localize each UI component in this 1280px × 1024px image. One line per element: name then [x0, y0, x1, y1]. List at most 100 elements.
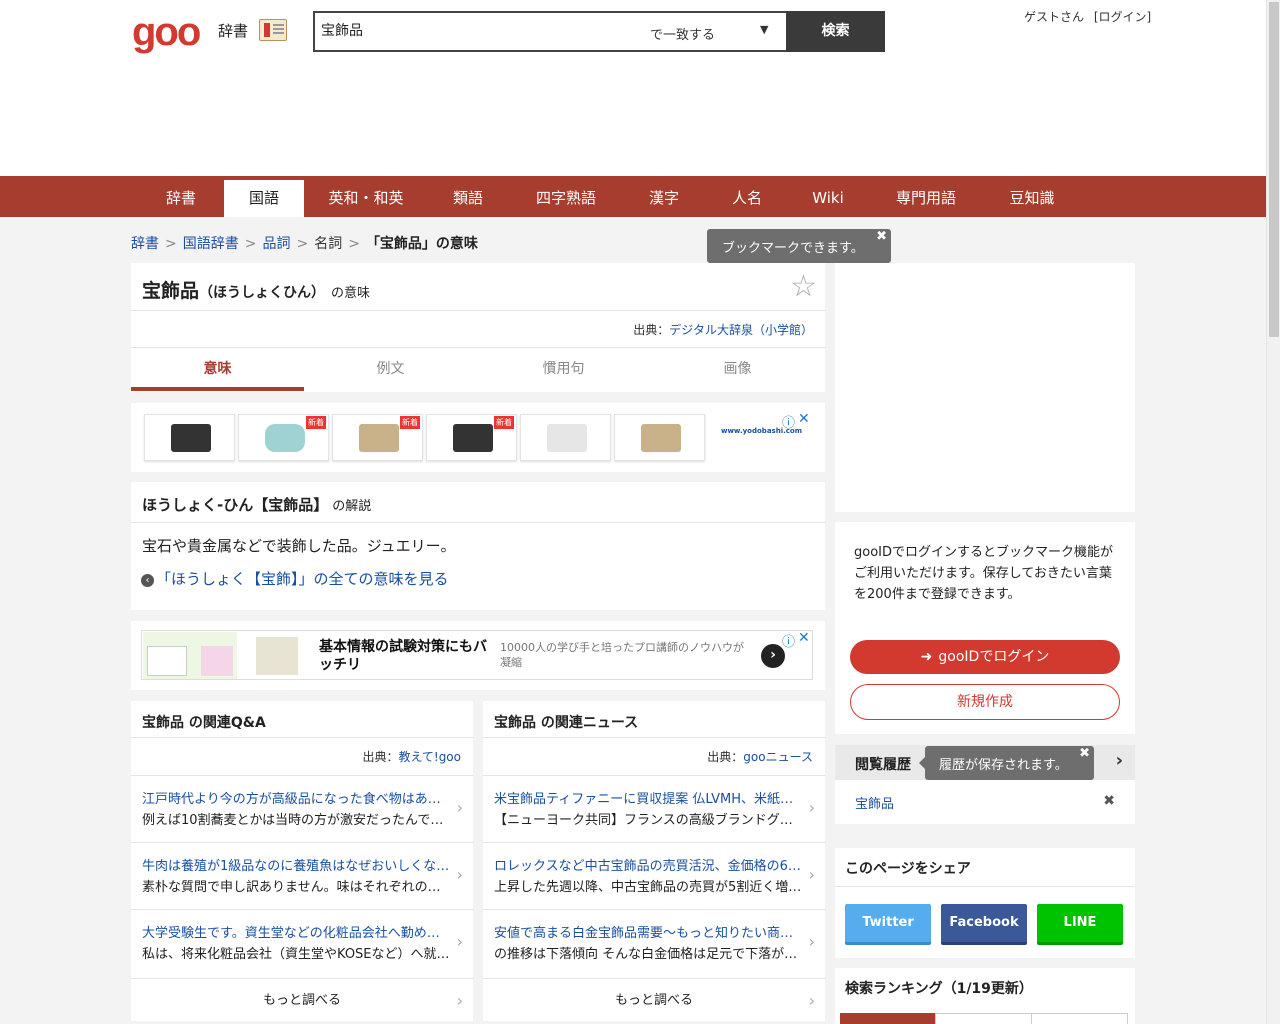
guest-label: ゲストさん — [1024, 10, 1085, 24]
history-list: 宝飾品 ✖ — [835, 780, 1135, 824]
nav-item-mamechishiki[interactable]: 豆知識 — [990, 180, 1074, 217]
ad-info-icon[interactable]: ⓘ — [782, 631, 795, 650]
banner-ad-frame[interactable]: 基本情報の試験対策にもバッチリ 10000人の学び手と培ったプロ講師のノウハウが… — [141, 630, 813, 680]
nav-item-kokugo[interactable]: 国語 — [224, 180, 304, 217]
register-button[interactable]: 新規作成 — [850, 684, 1120, 720]
source-link[interactable]: デジタル大辞泉（小学館） — [669, 323, 813, 337]
ranking-tab[interactable] — [935, 1013, 1032, 1024]
breadcrumb-separator: > — [296, 236, 309, 252]
divider — [483, 737, 825, 738]
breadcrumb-dictionary[interactable]: 辞書 — [131, 236, 159, 252]
qa-row-title[interactable]: 江戸時代より今の方が高級品になった食べ物はありますか？ — [142, 788, 452, 807]
goo-logo[interactable]: goo — [132, 10, 201, 55]
history-item[interactable]: 宝飾品 — [855, 793, 894, 812]
ad-product[interactable]: 新着 — [238, 414, 329, 461]
all-meanings-link-text[interactable]: 「ほうしょく【宝飾】」の全ての意味を見る — [156, 570, 449, 588]
ad-product-image — [641, 424, 681, 452]
chevron-right-icon: › — [808, 932, 815, 951]
divider — [131, 737, 473, 738]
dropdown-arrow-icon[interactable]: ▼ — [760, 23, 768, 36]
chevron-right-icon[interactable]: › — [1116, 750, 1123, 771]
bookmark-star-icon[interactable]: ☆ — [790, 269, 817, 304]
qa-row[interactable]: 牛肉は養殖が1級品なのに養殖魚はなぜおいしくないのか 素朴な質問で申し訳ありませ… — [131, 842, 473, 909]
source-label: 出典： — [707, 750, 744, 764]
ranking-tab[interactable] — [1031, 1013, 1128, 1024]
nav-item-kanji[interactable]: 漢字 — [624, 180, 704, 217]
close-icon[interactable]: ✖ — [1079, 746, 1090, 761]
ad-close-icon[interactable]: ✕ — [798, 411, 810, 427]
ad-close-icon[interactable]: ✕ — [798, 630, 810, 646]
login-link[interactable]: [ログイン] — [1094, 10, 1151, 24]
line-share-button[interactable]: LINE — [1037, 904, 1123, 942]
tab-meaning[interactable]: 意味 — [131, 348, 304, 391]
chevron-right-icon: › — [456, 932, 463, 951]
close-icon[interactable]: ✖ — [876, 229, 887, 244]
banner-ad[interactable]: 基本情報の試験対策にもバッチリ 10000人の学び手と培ったプロ講師のノウハウが… — [131, 621, 825, 690]
nav-item-senmon[interactable]: 専門用語 — [876, 180, 976, 217]
ad-info-icon[interactable]: ⓘ — [782, 412, 795, 431]
all-meanings-link[interactable]: ‹ 「ほうしょく【宝飾】」の全ての意味を見る — [141, 568, 449, 589]
search-mode-select[interactable]: で一致する — [650, 24, 715, 43]
gooid-login-label[interactable]: gooIDでログイン — [938, 649, 1049, 665]
login-promo-text: gooIDでログインするとブックマーク機能がご利用いただけます。保存しておきたい… — [854, 545, 1114, 602]
news-row-title[interactable]: 米宝飾品ティファニーに買収提案 仏LVMH、米紙報道 — [494, 788, 804, 807]
news-row-title[interactable]: ロレックスなど中古宝飾品の売買活況、金価格の6年ぶり高値で — [494, 855, 804, 874]
news-row[interactable]: ロレックスなど中古宝飾品の売買活況、金価格の6年ぶり高値で 上昇した先週以降、中… — [483, 842, 825, 909]
page-scrollbar[interactable] — [1266, 0, 1280, 1024]
gooid-login-button[interactable]: ➜ gooIDでログイン — [850, 640, 1120, 674]
nav-item-dictionary[interactable]: 辞書 — [139, 180, 223, 217]
dictionary-label[interactable]: 辞書 — [218, 20, 248, 41]
ad-image-part — [201, 646, 233, 676]
delete-icon[interactable]: ✖ — [1103, 793, 1115, 809]
breadcrumb-hinshi[interactable]: 品詞 — [262, 236, 290, 252]
book-icon — [259, 19, 287, 41]
qa-row-title[interactable]: 大学受験生です。資生堂などの化粧品会社へ勤めたい — [142, 922, 452, 941]
ad-product[interactable] — [520, 414, 611, 461]
ad-product[interactable] — [144, 414, 235, 461]
nav-item-yoji[interactable]: 四字熟語 — [516, 180, 616, 217]
ad-product[interactable] — [614, 414, 705, 461]
news-source: 出典：gooニュース — [707, 748, 813, 765]
qa-row[interactable]: 江戸時代より今の方が高級品になった食べ物はありますか？ 例えば10割蕎麦とかは当… — [131, 775, 473, 842]
share-card: このページをシェア Twitter Facebook LINE — [835, 848, 1135, 958]
facebook-share-button[interactable]: Facebook — [941, 904, 1027, 942]
qa-row[interactable]: 大学受験生です。資生堂などの化粧品会社へ勤めたい 私は、将来化粧品会社（資生堂や… — [131, 909, 473, 976]
source-label: 出典： — [362, 750, 399, 764]
qa-more-button[interactable]: もっと調べる › — [131, 978, 473, 1021]
nav-item-jinmei[interactable]: 人名 — [707, 180, 787, 217]
search-box: で一致する ▼ — [313, 11, 786, 52]
tab-images[interactable]: 画像 — [651, 348, 824, 391]
qa-row-title[interactable]: 牛肉は養殖が1級品なのに養殖魚はなぜおいしくないのか — [142, 855, 452, 874]
news-row[interactable]: 米宝飾品ティファニーに買収提案 仏LVMH、米紙報道 【ニューヨーク共同】フラン… — [483, 775, 825, 842]
qa-heading-text: の関連Q&A — [188, 715, 266, 731]
product-ad[interactable]: 新着 新着 新着 www.yodobashi.com ⓘ ✕ — [131, 403, 825, 472]
login-card: gooIDでログインするとブックマーク機能がご利用いただけます。保存しておきたい… — [835, 522, 1135, 734]
qa-source: 出典：教えて!goo — [362, 748, 461, 765]
ad-product-image — [359, 424, 399, 452]
ad-product[interactable]: 新着 — [332, 414, 423, 461]
nav-item-wiki[interactable]: Wiki — [790, 180, 866, 217]
twitter-share-button[interactable]: Twitter — [845, 904, 931, 942]
history-tooltip-text: 履歴が保存されます。 — [939, 758, 1068, 773]
news-more-button[interactable]: もっと調べる › — [483, 978, 825, 1021]
qa-row-desc: 例えば10割蕎麦とかは当時の方が激安だったんでしょうか — [142, 813, 452, 828]
news-source-link[interactable]: gooニュース — [743, 750, 813, 764]
search-button[interactable]: 検索 — [786, 11, 885, 52]
qa-more-label[interactable]: もっと調べる — [263, 993, 341, 1008]
news-more-label[interactable]: もっと調べる — [615, 993, 693, 1008]
ranking-tab[interactable] — [840, 1013, 937, 1024]
chevron-right-icon: › — [808, 865, 815, 884]
search-input[interactable] — [321, 22, 621, 38]
news-row[interactable]: 安値で高まる白金宝飾品需要〜もっと知りたい商品市況 の推移は下落傾向 そんな白金… — [483, 909, 825, 976]
scrollbar-thumb[interactable] — [1269, 2, 1279, 337]
breadcrumb-kokugo[interactable]: 国語辞書 — [183, 236, 239, 252]
news-row-title[interactable]: 安値で高まる白金宝飾品需要〜もっと知りたい商品市況 — [494, 922, 804, 941]
tab-examples[interactable]: 例文 — [304, 348, 477, 391]
nav-item-ruigo[interactable]: 類語 — [428, 180, 508, 217]
tab-idioms[interactable]: 慣用句 — [477, 348, 650, 391]
nav-item-eiwa[interactable]: 英和・和英 — [310, 180, 422, 217]
ad-product-image — [547, 424, 587, 452]
qa-source-link[interactable]: 教えて!goo — [398, 750, 461, 764]
ad-product[interactable]: 新着 — [426, 414, 517, 461]
ad-title[interactable]: 基本情報の試験対策にもバッチリ — [319, 638, 499, 674]
